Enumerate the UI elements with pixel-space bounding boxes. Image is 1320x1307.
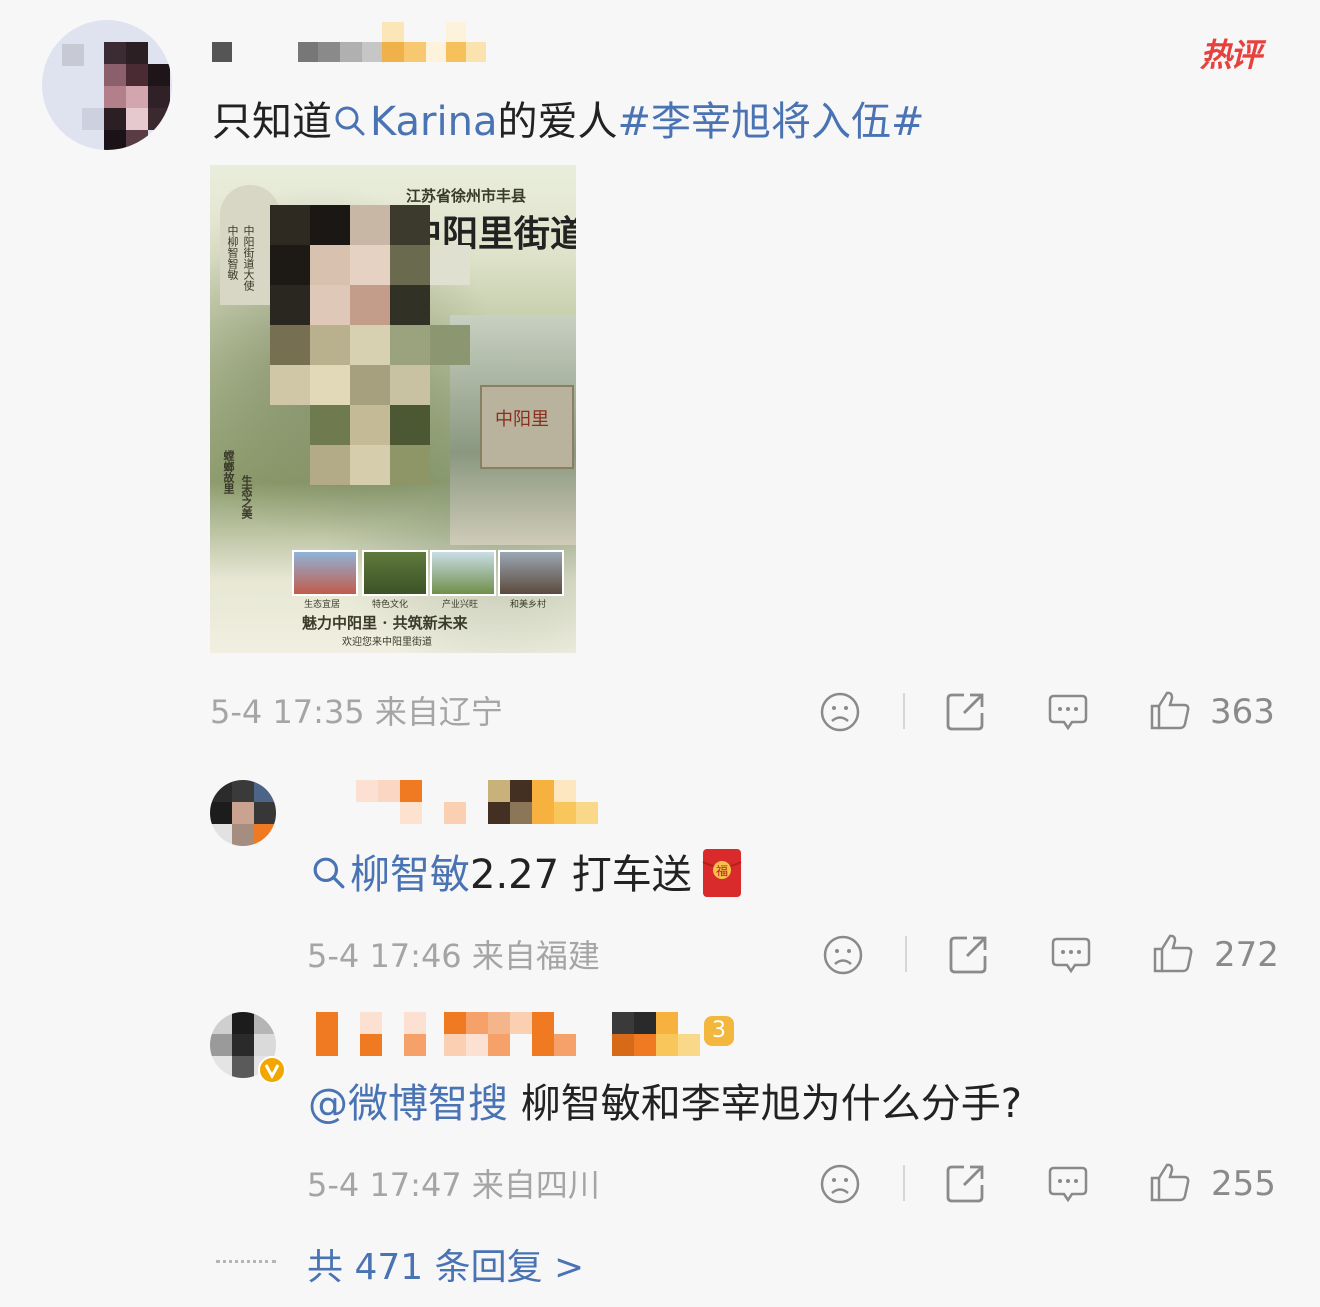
dislike-icon[interactable] bbox=[821, 933, 865, 977]
verified-icon bbox=[258, 1056, 286, 1084]
poster-figure-redacted bbox=[270, 205, 470, 525]
comment-icon[interactable] bbox=[1049, 933, 1093, 977]
dislike-icon[interactable] bbox=[818, 1162, 862, 1206]
location: 来自四川 bbox=[471, 1166, 600, 1204]
share-icon[interactable] bbox=[944, 689, 988, 733]
poster-top-line: 江苏省徐州市丰县 bbox=[406, 187, 527, 205]
poster-thumb-3 bbox=[430, 550, 496, 596]
poster-thumb-1 bbox=[292, 550, 358, 596]
search-icon bbox=[335, 106, 365, 136]
reply-avatar[interactable] bbox=[210, 780, 276, 846]
location: 来自辽宁 bbox=[374, 693, 503, 731]
poster-thumb-4 bbox=[498, 550, 564, 596]
svg-text:福: 福 bbox=[716, 863, 728, 878]
like-count: 272 bbox=[1214, 935, 1279, 975]
poster-thumb-label-3: 产业兴旺 bbox=[442, 600, 479, 610]
reply-text-suffix: 柳智敏和李宰旭为什么分手? bbox=[520, 1081, 1022, 1127]
poster-left-vertical-2: 中阳街道大使 bbox=[242, 225, 255, 291]
red-envelope-icon: 福 bbox=[702, 849, 742, 897]
comment-image[interactable]: 中阳里 江苏省徐州市丰县 中阳里街道 中柳智智敏 中阳街道大使 螳螂故里 生态之… bbox=[210, 165, 576, 653]
avatar[interactable] bbox=[42, 20, 172, 150]
hot-comment-badge: 热评 bbox=[1200, 36, 1262, 74]
comment-text: 只知道 Karina的爱人#李宰旭将入伍# bbox=[212, 98, 925, 146]
poster-bottom-left-2: 生态之美 bbox=[240, 475, 253, 519]
dislike-icon[interactable] bbox=[818, 690, 862, 734]
poster-bottom-left-1: 螳螂故里 bbox=[222, 450, 235, 494]
divider bbox=[903, 1165, 905, 1201]
search-keyword-text: Karina bbox=[370, 99, 498, 145]
timestamp: 5-4 17:46 bbox=[307, 937, 462, 975]
like-count: 363 bbox=[1210, 692, 1275, 732]
mention-link[interactable]: @微博智搜 bbox=[308, 1081, 508, 1127]
like-icon[interactable] bbox=[1151, 931, 1195, 975]
reply-meta: 5-4 17:47 来自四川 bbox=[307, 1165, 600, 1205]
like-icon[interactable] bbox=[1148, 688, 1192, 732]
poster-thumb-label-4: 和美乡村 bbox=[510, 600, 547, 610]
reply-text-suffix: 2.27 打车送 bbox=[470, 852, 692, 898]
reply-text: @微博智搜 柳智敏和李宰旭为什么分手? bbox=[308, 1080, 1022, 1128]
divider bbox=[903, 693, 905, 729]
poster-welcome: 欢迎您来中阳里街道 bbox=[342, 637, 432, 648]
like-count: 255 bbox=[1211, 1164, 1276, 1204]
poster-thumb-2 bbox=[362, 550, 428, 596]
divider bbox=[905, 936, 907, 972]
search-icon bbox=[313, 857, 345, 889]
poster-thumb-label-1: 生态宜居 bbox=[304, 600, 341, 610]
poster-sign-text: 中阳里 bbox=[495, 409, 549, 430]
reply-username-redacted[interactable] bbox=[316, 1012, 736, 1056]
hashtag-link[interactable]: #李宰旭将入伍# bbox=[617, 99, 924, 145]
reply-meta: 5-4 17:46 来自福建 bbox=[307, 936, 600, 976]
poster-slogan: 魅力中阳里 · 共筑新未来 bbox=[302, 614, 468, 632]
view-all-replies-link[interactable]: 共 471 条回复 > bbox=[307, 1246, 584, 1290]
comment-meta: 5-4 17:35 来自辽宁 bbox=[210, 692, 503, 732]
timestamp: 5-4 17:35 bbox=[210, 693, 365, 731]
username-redacted[interactable] bbox=[212, 20, 492, 62]
level-badge: 3 bbox=[704, 1016, 734, 1046]
comment-icon[interactable] bbox=[1046, 1162, 1090, 1206]
comment-icon[interactable] bbox=[1046, 690, 1090, 734]
search-keyword-link[interactable]: 柳智敏 bbox=[312, 852, 470, 898]
share-icon[interactable] bbox=[944, 1161, 988, 1205]
reply-username-redacted[interactable] bbox=[356, 780, 616, 824]
location: 来自福建 bbox=[471, 937, 600, 975]
comment-text-mid: 的爱人 bbox=[497, 99, 618, 145]
like-icon[interactable] bbox=[1148, 1160, 1192, 1204]
reply-text: 柳智敏2.27 打车送 福 bbox=[312, 848, 742, 899]
poster-thumb-label-2: 特色文化 bbox=[372, 600, 409, 610]
search-keyword-link[interactable]: Karina bbox=[332, 99, 497, 145]
comment-text-prefix: 只知道 bbox=[212, 99, 332, 145]
share-icon[interactable] bbox=[947, 932, 991, 976]
replies-separator bbox=[216, 1260, 276, 1267]
search-keyword-text: 柳智敏 bbox=[350, 852, 470, 898]
timestamp: 5-4 17:47 bbox=[307, 1166, 462, 1204]
poster-left-vertical-1: 中柳智智敏 bbox=[226, 225, 239, 280]
